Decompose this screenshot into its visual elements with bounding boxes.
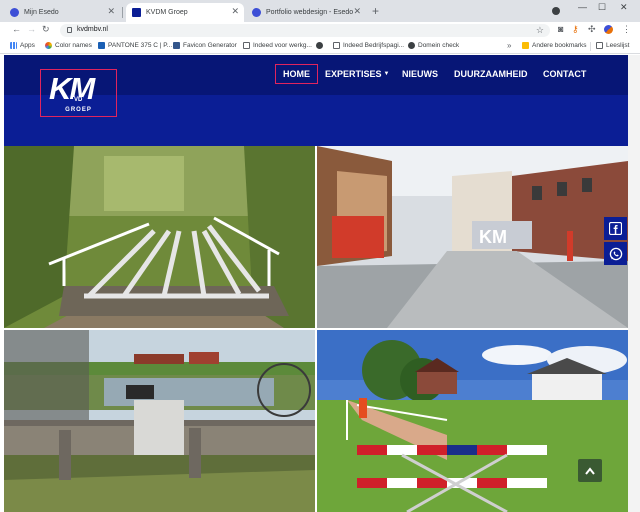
bookmark-globe[interactable] bbox=[316, 42, 326, 49]
whatsapp-button[interactable] bbox=[604, 242, 627, 265]
reading-list[interactable]: Leeslijst bbox=[596, 42, 629, 49]
reload-icon[interactable]: ↻ bbox=[42, 25, 50, 34]
bookmarks-bar: Apps Color names PANTONE 375 C | P... Fa… bbox=[0, 39, 640, 54]
nav-label: CONTACT bbox=[543, 69, 587, 79]
site-header: KM VD GROEP HOME EXPERTISES ▼ NIEUWS DUU… bbox=[4, 55, 628, 146]
chevron-up-icon bbox=[585, 466, 595, 475]
bookmark-label: Indeed voor werkg... bbox=[253, 42, 312, 49]
globe-icon bbox=[408, 42, 415, 49]
close-window-icon[interactable]: ✕ bbox=[620, 3, 628, 12]
kvdm-logo[interactable]: KM VD GROEP bbox=[40, 69, 117, 117]
back-arrow-icon[interactable]: ← bbox=[12, 25, 21, 34]
minimize-icon[interactable]: — bbox=[578, 3, 587, 12]
nav-label: NIEUWS bbox=[402, 69, 438, 79]
bookmark-label: Domein check bbox=[418, 42, 460, 49]
bookmark-pantone[interactable]: PANTONE 375 C | P... bbox=[98, 42, 172, 49]
maximize-icon[interactable]: ☐ bbox=[598, 3, 606, 12]
reading-list-icon bbox=[596, 42, 603, 49]
facebook-icon bbox=[609, 222, 622, 235]
other-bookmarks-folder[interactable]: Andere bookmarks bbox=[522, 42, 587, 49]
document-icon bbox=[243, 42, 250, 49]
close-tab-icon[interactable]: ✕ bbox=[107, 7, 115, 16]
address-bar[interactable]: kvdmbv.nl ☆ bbox=[60, 24, 550, 37]
account-avatar[interactable] bbox=[604, 25, 613, 34]
nav-label: HOME bbox=[283, 69, 310, 79]
scroll-to-top-button[interactable] bbox=[578, 459, 602, 482]
favicon-generator-icon bbox=[173, 42, 180, 49]
bookmark-color-names[interactable]: Color names bbox=[45, 42, 92, 49]
logo-groep-text: GROEP bbox=[65, 107, 92, 113]
tab-title: Portfolio webdesign - Esedo bbox=[266, 9, 354, 16]
bookmarks-overflow-button[interactable]: » bbox=[507, 41, 511, 50]
website-viewport: KM VD GROEP HOME EXPERTISES ▼ NIEUWS DUU… bbox=[4, 55, 628, 512]
bookmark-separator bbox=[590, 42, 591, 51]
esedo-favicon-icon bbox=[10, 8, 19, 17]
logo-vd-text: VD bbox=[73, 97, 84, 103]
document-icon bbox=[333, 42, 340, 49]
bookmark-label: Favicon Generator bbox=[183, 42, 237, 49]
caret-down-icon: ▼ bbox=[383, 71, 390, 77]
photo-lock[interactable] bbox=[4, 330, 315, 512]
pantone-icon bbox=[98, 42, 105, 49]
bookmark-label: Color names bbox=[55, 42, 92, 49]
bookmark-domein-check[interactable]: Domein check bbox=[408, 42, 459, 49]
close-tab-icon[interactable]: ✕ bbox=[231, 7, 239, 16]
whatsapp-icon bbox=[609, 247, 622, 260]
camera-icon[interactable]: ◙ bbox=[558, 25, 563, 34]
key-extension-icon[interactable]: ⚷ bbox=[572, 25, 579, 34]
bookmark-label: PANTONE 375 C | P... bbox=[108, 42, 173, 49]
new-tab-button[interactable]: + bbox=[372, 5, 379, 17]
tab-separator bbox=[122, 7, 123, 18]
photo-grid: KM bbox=[4, 146, 628, 512]
nav-expertises[interactable]: EXPERTISES ▼ bbox=[325, 64, 389, 84]
folder-icon bbox=[522, 42, 529, 49]
bookmark-label: Apps bbox=[20, 42, 35, 49]
tab-mijn-esedo[interactable]: Mijn Esedo ✕ bbox=[4, 3, 120, 22]
tab-kvdm-groep[interactable]: KVDM Groep ✕ bbox=[126, 3, 244, 22]
tab-portfolio[interactable]: Portfolio webdesign - Esedo ✕ bbox=[246, 3, 366, 22]
window-side-strip bbox=[628, 55, 640, 512]
kvdm-favicon-icon bbox=[132, 8, 141, 17]
apps-grid-icon bbox=[10, 42, 17, 49]
colorwheel-icon bbox=[45, 42, 52, 49]
lock-icon bbox=[67, 27, 72, 33]
url-text[interactable]: kvdmbv.nl bbox=[77, 26, 108, 33]
nav-nieuws[interactable]: NIEUWS bbox=[402, 64, 438, 84]
nav-contact[interactable]: CONTACT bbox=[543, 64, 586, 84]
bookmark-label: Leeslijst bbox=[606, 42, 630, 49]
browser-tab-strip: Mijn Esedo ✕ KVDM Groep ✕ Portfolio webd… bbox=[0, 0, 640, 22]
bookmark-indeed-bedrijfspagina[interactable]: Indeed Bedrijfspagi... bbox=[333, 42, 404, 49]
profile-icon[interactable] bbox=[552, 7, 560, 15]
bookmark-apps[interactable]: Apps bbox=[10, 42, 35, 49]
bookmark-indeed-werkgevers[interactable]: Indeed voor werkg... bbox=[243, 42, 312, 49]
nav-duurzaamheid[interactable]: DUURZAAMHEID bbox=[454, 64, 528, 84]
facebook-button[interactable] bbox=[604, 217, 627, 240]
tab-title: KVDM Groep bbox=[146, 9, 188, 16]
nav-home[interactable]: HOME bbox=[275, 64, 318, 84]
esedo-favicon-icon bbox=[252, 8, 261, 17]
svg-text:KM: KM bbox=[479, 227, 507, 247]
close-tab-icon[interactable]: ✕ bbox=[353, 7, 361, 16]
bookmark-label: Andere bookmarks bbox=[532, 42, 587, 49]
globe-icon bbox=[316, 42, 323, 49]
photo-bridge[interactable] bbox=[4, 146, 315, 328]
more-menu-icon[interactable]: ⋮ bbox=[622, 25, 631, 34]
photo-street[interactable]: KM bbox=[317, 146, 628, 328]
bookmark-favicon-generator[interactable]: Favicon Generator bbox=[173, 42, 237, 49]
bookmark-label: Indeed Bedrijfspagi... bbox=[343, 42, 405, 49]
bookmark-star-icon[interactable]: ☆ bbox=[536, 25, 544, 36]
nav-label: DUURZAAMHEID bbox=[454, 69, 528, 79]
extensions-puzzle-icon[interactable]: ✣ bbox=[588, 25, 596, 34]
nav-label: EXPERTISES bbox=[325, 69, 382, 79]
photo-worker[interactable] bbox=[317, 330, 628, 512]
forward-arrow-icon[interactable]: → bbox=[27, 25, 36, 34]
browser-toolbar: ← → ↻ kvdmbv.nl ☆ ◙ ⚷ ✣ ⋮ bbox=[0, 22, 640, 39]
tab-title: Mijn Esedo bbox=[24, 9, 59, 16]
logo-km-text: KM bbox=[49, 71, 95, 106]
